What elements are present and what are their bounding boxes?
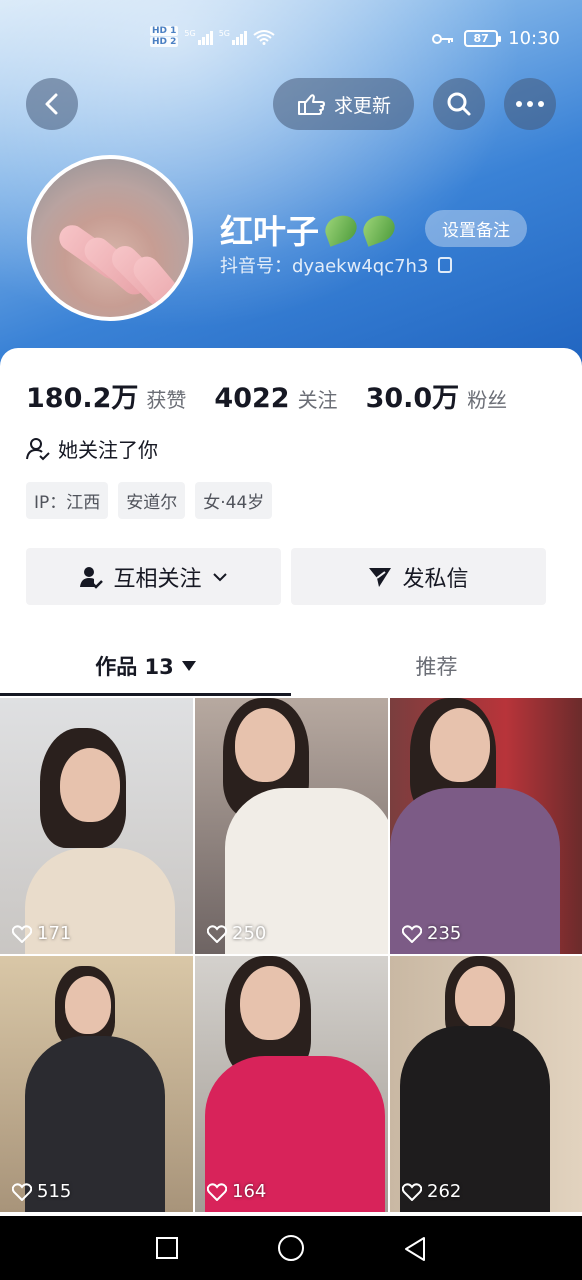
tag-ip: IP：江西	[26, 482, 109, 519]
stat-followers[interactable]: 30.0万 粉丝	[366, 376, 508, 415]
tab-recommend[interactable]: 推荐	[291, 638, 582, 694]
video-grid: 171 250 235 515 164 262	[0, 698, 582, 1212]
stat-likes[interactable]: 180.2万 获赞	[26, 376, 186, 415]
request-update-button[interactable]: 求更新	[273, 78, 414, 130]
back-nav-button[interactable]	[402, 1236, 428, 1262]
thumbnail-figure	[430, 708, 490, 782]
heart-icon	[207, 1182, 227, 1201]
thumbnail-figure	[240, 966, 300, 1040]
douyin-id[interactable]: 抖音号：dyaekw4qc7h3	[220, 252, 453, 278]
user-check-filled-icon	[80, 566, 104, 589]
hd-indicator: HD 1 HD 2	[150, 26, 179, 47]
copy-icon[interactable]	[438, 257, 453, 273]
stats-row: 180.2万 获赞 4022 关注 30.0万 粉丝	[26, 376, 507, 415]
more-button[interactable]	[504, 78, 556, 130]
status-bar: HD 1 HD 2 5G 5G 87 10:30	[0, 24, 582, 60]
thumbnail-figure	[60, 748, 120, 822]
signal-icon: 5G	[184, 29, 213, 45]
chevron-left-icon	[45, 93, 58, 115]
request-update-label: 求更新	[333, 94, 391, 117]
leaf-badge-icon	[359, 211, 399, 247]
like-count: 235	[402, 923, 461, 944]
like-count: 262	[402, 1181, 461, 1202]
heart-icon	[402, 924, 422, 943]
nickname: 红叶子	[220, 205, 399, 253]
tag-gender-age: 女·44岁	[195, 482, 273, 519]
heart-icon	[402, 1182, 422, 1201]
user-check-icon	[26, 437, 50, 460]
thumbnail-figure	[235, 708, 295, 782]
set-remark-button[interactable]: 设置备注	[425, 210, 527, 247]
profile-tags: IP：江西 安道尔 女·44岁	[26, 482, 273, 519]
mutual-follow-button[interactable]: 互相关注	[26, 548, 281, 605]
wifi-icon	[253, 30, 275, 45]
content-tabs: 作品 13 推荐	[0, 638, 582, 698]
follows-you-indicator: 她关注了你	[26, 434, 158, 463]
signal-icon-2: 5G	[219, 29, 247, 45]
clock: 10:30	[508, 28, 560, 49]
like-count: 171	[12, 923, 71, 944]
video-thumbnail[interactable]: 235	[390, 698, 582, 954]
battery-icon: 87	[464, 30, 502, 47]
video-thumbnail[interactable]: 250	[195, 698, 388, 954]
send-message-button[interactable]: 发私信	[291, 548, 546, 605]
hand-point-icon	[297, 94, 325, 115]
tab-works[interactable]: 作品 13	[0, 638, 291, 694]
avatar[interactable]	[27, 155, 193, 321]
heart-icon	[12, 924, 32, 943]
search-button[interactable]	[433, 78, 485, 130]
video-thumbnail[interactable]: 171	[0, 698, 193, 954]
send-icon	[369, 567, 392, 587]
video-thumbnail[interactable]: 164	[195, 956, 388, 1212]
heart-icon	[12, 1182, 32, 1201]
stat-following[interactable]: 4022 关注	[214, 383, 337, 414]
like-count: 250	[207, 923, 266, 944]
system-nav-bar	[0, 1216, 582, 1280]
active-tab-indicator	[0, 693, 291, 696]
like-count: 515	[12, 1181, 71, 1202]
heart-icon	[207, 924, 227, 943]
search-icon	[447, 92, 471, 116]
key-icon	[432, 33, 454, 44]
thumbnail-figure	[65, 976, 111, 1034]
like-count: 164	[207, 1181, 266, 1202]
thumbnail-figure	[455, 966, 505, 1028]
home-button[interactable]	[278, 1235, 304, 1261]
back-button[interactable]	[26, 78, 78, 130]
leaf-badge-icon	[321, 211, 361, 247]
video-thumbnail[interactable]: 262	[390, 956, 582, 1212]
recent-apps-button[interactable]	[156, 1237, 178, 1259]
caret-down-icon	[181, 661, 196, 671]
chevron-down-icon	[212, 572, 227, 581]
more-dots-icon	[516, 101, 544, 107]
video-thumbnail[interactable]: 515	[0, 956, 193, 1212]
tag-location: 安道尔	[118, 482, 186, 519]
